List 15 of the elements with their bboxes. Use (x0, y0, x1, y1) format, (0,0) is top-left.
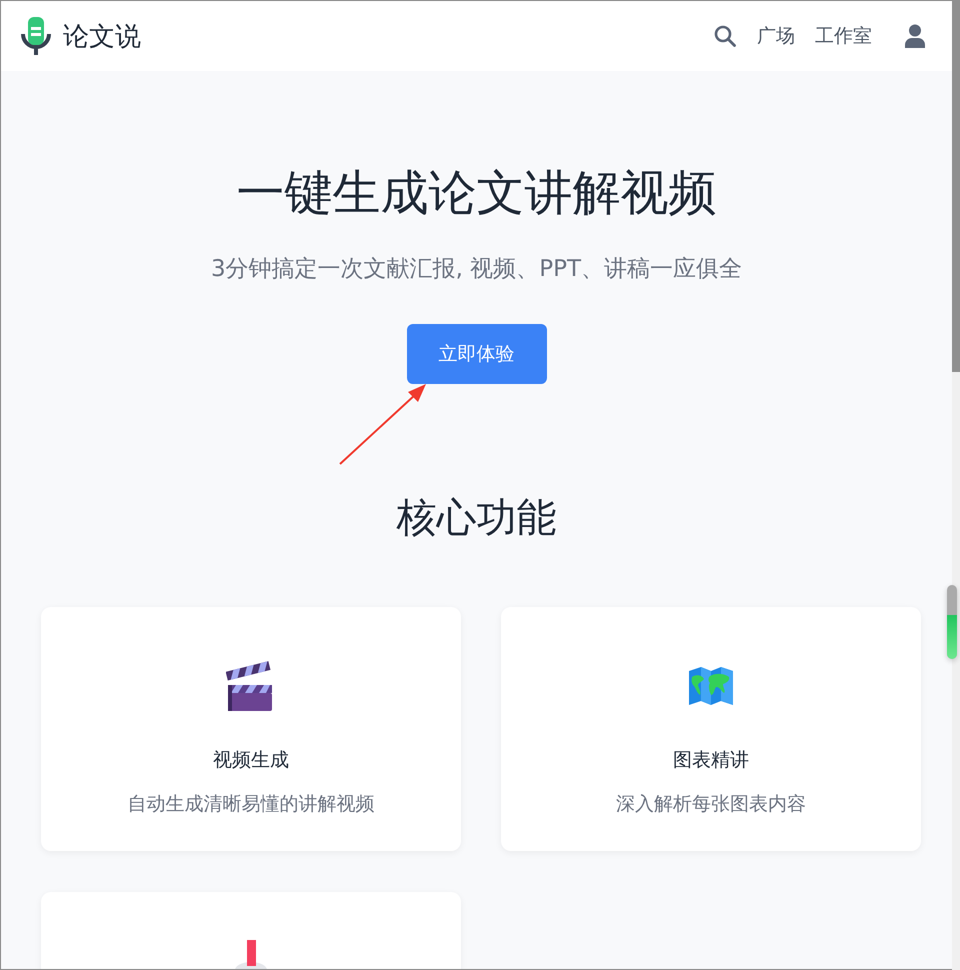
hero-title: 一键生成论文讲解视频 (236, 164, 716, 223)
nav-link[interactable]: 工作室 (815, 23, 872, 49)
search-icon[interactable] (713, 24, 737, 48)
hero-subtitle: 3分钟搞定一次文献汇报, 视频、PPT、讲稿一应俱全 (210, 255, 742, 284)
card-title: 视频生成 (213, 748, 289, 773)
nav-link[interactable]: 广场 (757, 23, 795, 49)
card-description: 深入解析每张图表内容 (616, 792, 806, 817)
try-now-button[interactable]: 立即体验 (406, 324, 546, 384)
card-description: 自动生成清晰易懂的讲解视频 (128, 792, 374, 817)
microphone-logo-icon (19, 16, 53, 56)
user-icon[interactable] (904, 24, 926, 48)
scrollbar-thumb[interactable] (952, 0, 960, 372)
card-title: 图表精讲 (673, 748, 749, 773)
section-title: 核心功能 (396, 494, 556, 543)
brand-name: 论文说 (63, 20, 141, 54)
